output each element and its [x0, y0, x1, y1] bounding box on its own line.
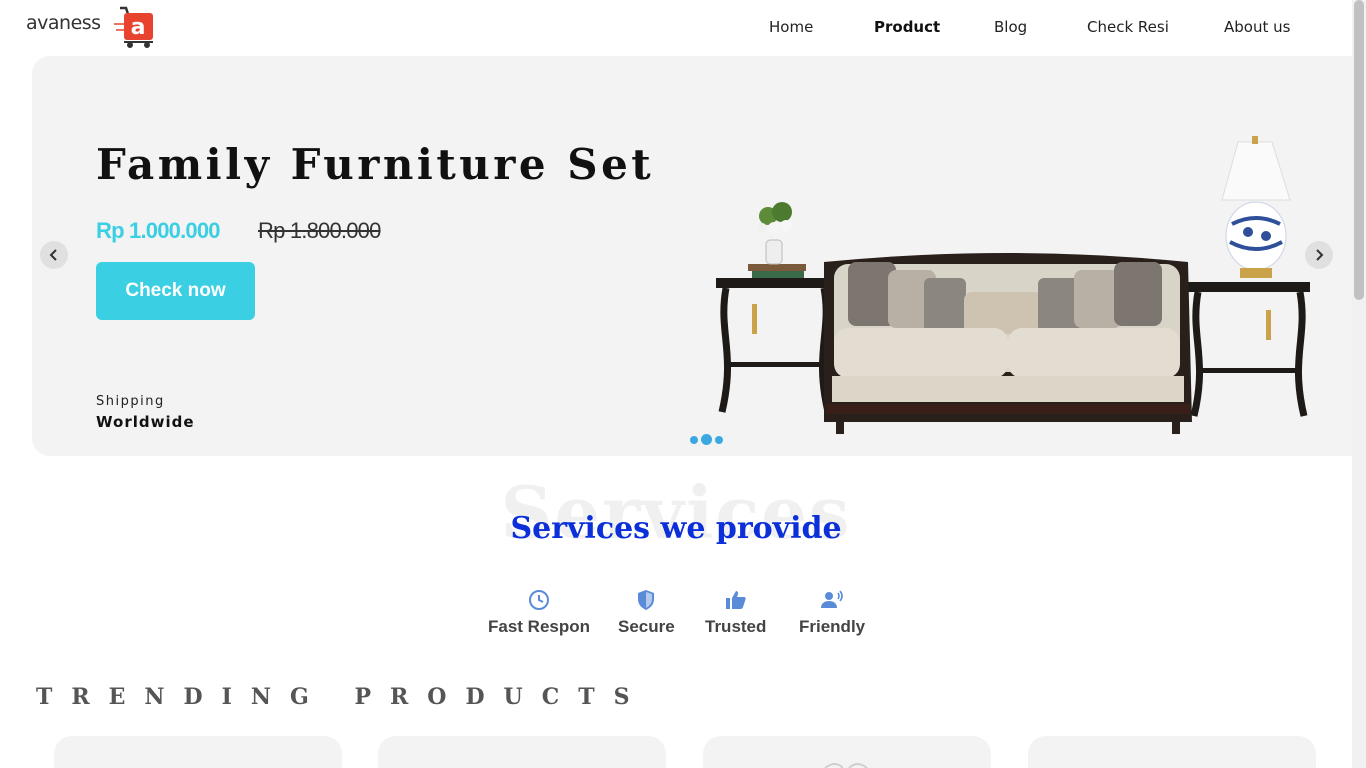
service-secure: Secure	[618, 588, 675, 637]
hero-slider: Family Furniture Set Rp 1.000.000 Rp 1.8…	[32, 56, 1354, 456]
shipping-value: Worldwide	[96, 413, 195, 431]
slider-dots	[690, 434, 723, 445]
nav-product[interactable]: Product	[874, 18, 940, 36]
clock-icon	[529, 590, 550, 610]
main-nav: Home Product Blog Check Resi About us	[0, 18, 1352, 40]
price-original: Rp 1.800.000	[258, 218, 381, 243]
hero-title: Family Furniture Set	[96, 140, 655, 189]
nav-home[interactable]: Home	[769, 18, 813, 36]
slider-prev-button[interactable]	[40, 241, 68, 269]
slider-dot-active[interactable]	[701, 434, 712, 445]
check-now-button[interactable]: Check now	[96, 262, 255, 320]
sofa-with-side-tables-image	[716, 136, 1310, 434]
services-list: Fast Respon Secure Trusted Friendly	[474, 588, 894, 648]
service-label: Trusted	[705, 617, 767, 636]
service-fast-respon: Fast Respon	[488, 588, 590, 637]
trending-products-title: TRENDING PRODUCTS	[36, 684, 649, 710]
service-label: Secure	[618, 617, 675, 636]
product-image-placeholder	[824, 763, 868, 768]
service-trusted: Trusted	[705, 588, 766, 637]
nav-blog[interactable]: Blog	[994, 18, 1027, 36]
services-title: Services we provide	[510, 511, 842, 546]
page-scrollbar[interactable]	[1352, 0, 1366, 768]
slider-dot[interactable]	[690, 435, 698, 444]
shipping-label: Shipping	[96, 394, 165, 409]
nav-check-resi[interactable]: Check Resi	[1087, 18, 1169, 36]
price-current: Rp 1.000.000	[96, 218, 221, 243]
product-card[interactable]	[1028, 736, 1316, 768]
service-label: Friendly	[799, 617, 866, 636]
service-label: Fast Respon	[488, 617, 591, 636]
thumbs-up-icon	[725, 591, 746, 609]
person-voice-icon	[821, 590, 843, 608]
chevron-left-icon	[49, 249, 57, 261]
service-friendly: Friendly	[799, 588, 865, 637]
nav-about-us[interactable]: About us	[1224, 18, 1290, 36]
scrollbar-thumb[interactable]	[1354, 0, 1364, 300]
product-card[interactable]	[54, 736, 342, 768]
site-header: avaness a Home Product Blog Check Resi A…	[0, 0, 1352, 56]
product-card[interactable]	[703, 736, 991, 768]
product-card[interactable]	[378, 736, 666, 768]
shield-icon	[638, 590, 655, 610]
slider-dot[interactable]	[715, 435, 723, 444]
